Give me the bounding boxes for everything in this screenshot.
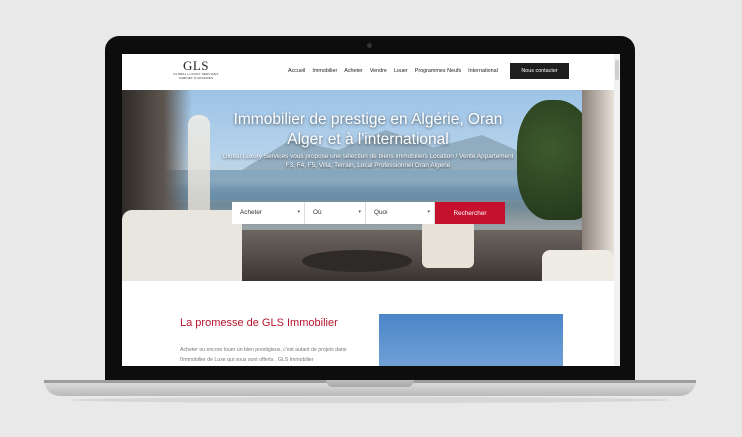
main-nav: Accueil Immobilier Acheter Vendre Louer … xyxy=(288,68,498,74)
hero-title: Immobilier de prestige en Algérie, Oran … xyxy=(122,110,614,150)
scrollbar-thumb[interactable] xyxy=(615,60,619,80)
laptop-notch xyxy=(326,380,414,387)
site-header: GLS GLOBAL LUXURY SERVICES CABINET D'AFF… xyxy=(122,54,614,90)
transaction-type-value: Acheter xyxy=(240,209,263,216)
logo-mark: GLS xyxy=(182,58,210,73)
promise-section: La promesse de GLS Immobilier Acheter ou… xyxy=(122,281,614,366)
property-search-bar: Acheter ▾ Où ▾ Quoi ▾ Rechercher xyxy=(232,202,505,224)
nav-item-accueil[interactable]: Accueil xyxy=(288,68,305,74)
hero-banner: Immobilier de prestige en Algérie, Oran … xyxy=(122,90,614,281)
hero-armchair xyxy=(422,220,474,268)
section-title: La promesse de GLS Immobilier xyxy=(180,317,338,329)
nav-item-immobilier[interactable]: Immobilier xyxy=(312,68,337,74)
webcam-icon xyxy=(367,43,372,48)
chevron-down-icon: ▾ xyxy=(297,209,300,215)
chevron-down-icon: ▾ xyxy=(427,209,430,215)
hero-coffee-table xyxy=(302,250,412,272)
section-text: Acheter ou encore louer un bien prestigi… xyxy=(180,347,347,363)
scrollbar[interactable] xyxy=(614,54,620,366)
nav-item-international[interactable]: International xyxy=(468,68,498,74)
search-button[interactable]: Rechercher xyxy=(435,202,505,224)
nav-item-acheter[interactable]: Acheter xyxy=(344,68,363,74)
section-image xyxy=(379,314,563,366)
hero-title-line2: Alger et à l'international xyxy=(287,131,449,148)
hero-subtitle: Global Luxury Services vous propose une … xyxy=(222,153,514,169)
site-logo[interactable]: GLS GLOBAL LUXURY SERVICES CABINET D'AFF… xyxy=(170,59,222,80)
nav-item-programmes-neufs[interactable]: Programmes Neufs xyxy=(415,68,461,74)
logo-tagline: CABINET D'AFFAIRES xyxy=(178,76,214,80)
nav-item-vendre[interactable]: Vendre xyxy=(370,68,387,74)
hero-title-line1: Immobilier de prestige en Algérie, Oran xyxy=(233,111,503,128)
property-type-value: Quoi xyxy=(374,209,388,216)
property-type-select[interactable]: Quoi ▾ xyxy=(366,202,435,224)
nav-item-louer[interactable]: Louer xyxy=(394,68,408,74)
hero-sofa-left xyxy=(122,210,242,281)
browser-viewport: GLS GLOBAL LUXURY SERVICES CABINET D'AFF… xyxy=(122,54,620,366)
contact-button[interactable]: Nous contacter xyxy=(510,63,569,79)
transaction-type-select[interactable]: Acheter ▾ xyxy=(232,202,305,224)
location-value: Où xyxy=(313,209,322,216)
location-select[interactable]: Où ▾ xyxy=(305,202,366,224)
hero-sofa-right xyxy=(542,250,614,281)
laptop-shadow xyxy=(70,397,670,403)
chevron-down-icon: ▾ xyxy=(358,209,361,215)
